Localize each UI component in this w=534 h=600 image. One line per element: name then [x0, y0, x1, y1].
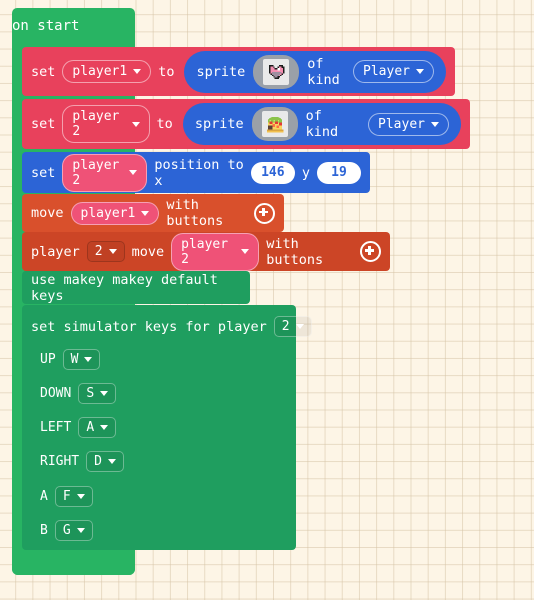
heart-sprite-icon — [263, 58, 290, 85]
chevron-down-icon — [129, 170, 138, 175]
key-mapping-row-b: B G — [40, 520, 93, 541]
plus-circle-icon[interactable] — [254, 202, 275, 224]
key-dropdown-left[interactable]: A — [78, 417, 117, 438]
chevron-down-icon — [76, 528, 85, 533]
move-label: move — [131, 243, 165, 260]
sprite-thumbnail-heart[interactable] — [253, 54, 300, 89]
direction-label-down: DOWN — [40, 386, 72, 401]
chevron-down-icon — [241, 249, 250, 254]
chevron-down-icon — [133, 69, 142, 74]
move-label: move — [31, 205, 64, 221]
set-label: set — [31, 116, 56, 132]
direction-label-up: UP — [40, 352, 56, 367]
chevron-down-icon — [141, 210, 150, 216]
key-dropdown-down[interactable]: S — [78, 383, 117, 404]
kind-dropdown-2[interactable]: Player — [368, 112, 449, 136]
blocks-workspace[interactable]: on start set player1 to sprite of kind P… — [0, 0, 534, 600]
sprite-label: sprite — [196, 63, 246, 80]
chevron-down-icon — [295, 324, 304, 329]
chevron-down-icon — [100, 425, 109, 430]
key-dropdown-up[interactable]: W — [62, 349, 101, 370]
with-buttons-label: with buttons — [266, 235, 324, 268]
plus-circle-icon[interactable] — [360, 241, 381, 262]
key-dropdown-b[interactable]: G — [54, 520, 93, 541]
block-set-player1-sprite[interactable]: set player1 to sprite of kind Player — [22, 47, 455, 96]
reporter-sprite-of-kind-1[interactable]: sprite of kind Player — [184, 50, 446, 93]
reporter-sprite-of-kind-2[interactable]: sprite of kind Player — [182, 103, 461, 145]
on-start-foot — [12, 547, 135, 575]
of-kind-label: of kind — [307, 55, 340, 88]
chevron-down-icon — [100, 391, 109, 396]
to-label: to — [156, 116, 173, 132]
direction-label-a: A — [40, 489, 48, 504]
key-mapping-row-right: RIGHT D — [40, 451, 124, 472]
makey-makey-label: use makey makey default keys — [31, 271, 218, 304]
key-mapping-row-up: UP W — [40, 349, 101, 370]
variable-dropdown-player1[interactable]: player1 — [62, 60, 152, 83]
of-kind-label: of kind — [305, 108, 339, 140]
variable-dropdown-move-player1[interactable]: player1 — [70, 201, 160, 225]
set-label: set — [31, 164, 56, 181]
position-label: position to x — [154, 156, 244, 189]
simulator-player-dropdown[interactable]: 2 — [273, 316, 312, 337]
chevron-down-icon — [108, 249, 117, 254]
block-set-position[interactable]: set player 2 position to x 146 y 19 — [22, 152, 370, 193]
set-label: set — [31, 63, 56, 80]
key-dropdown-a[interactable]: F — [54, 486, 93, 507]
with-buttons-label: with buttons — [166, 197, 224, 229]
simulator-keys-label: set simulator keys for player — [31, 318, 267, 335]
variable-dropdown-position[interactable]: player 2 — [62, 153, 148, 192]
kind-dropdown-1[interactable]: Player — [353, 60, 434, 83]
on-start-label: on start — [12, 18, 80, 34]
player-number-dropdown[interactable]: 2 — [86, 241, 125, 262]
block-player2-move[interactable]: player 2 move player 2 with buttons — [22, 232, 390, 271]
sprite-label: sprite — [194, 116, 244, 132]
direction-label-left: LEFT — [40, 420, 72, 435]
key-dropdown-right[interactable]: D — [86, 451, 124, 472]
direction-label-right: RIGHT — [40, 454, 80, 469]
chevron-down-icon — [131, 121, 140, 127]
to-label: to — [158, 63, 175, 80]
variable-dropdown-player2[interactable]: player 2 — [62, 105, 150, 143]
chevron-down-icon — [76, 494, 85, 499]
block-set-player2-sprite[interactable]: set player 2 to sprite of kind Player — [22, 99, 470, 149]
simulator-keys-header: set simulator keys for player 2 — [31, 316, 312, 337]
chevron-down-icon — [431, 121, 439, 127]
chevron-down-icon — [107, 459, 116, 464]
key-mapping-row-a: A F — [40, 486, 93, 507]
variable-dropdown-move-player2[interactable]: player 2 — [171, 232, 260, 271]
chevron-down-icon — [416, 69, 424, 74]
y-value-field[interactable]: 19 — [317, 161, 361, 184]
x-value-field[interactable]: 146 — [250, 161, 295, 184]
direction-label-b: B — [40, 523, 48, 538]
chevron-down-icon — [84, 357, 93, 362]
player-label: player — [31, 243, 80, 260]
taco-sprite-icon — [261, 111, 288, 137]
key-mapping-row-down: DOWN S — [40, 383, 117, 404]
block-move-player1[interactable]: move player1 with buttons — [22, 194, 284, 232]
block-use-makey-makey[interactable]: use makey makey default keys — [22, 271, 250, 304]
key-mapping-row-left: LEFT A — [40, 417, 117, 438]
y-label: y — [301, 164, 310, 181]
sprite-thumbnail-taco[interactable] — [251, 107, 298, 141]
